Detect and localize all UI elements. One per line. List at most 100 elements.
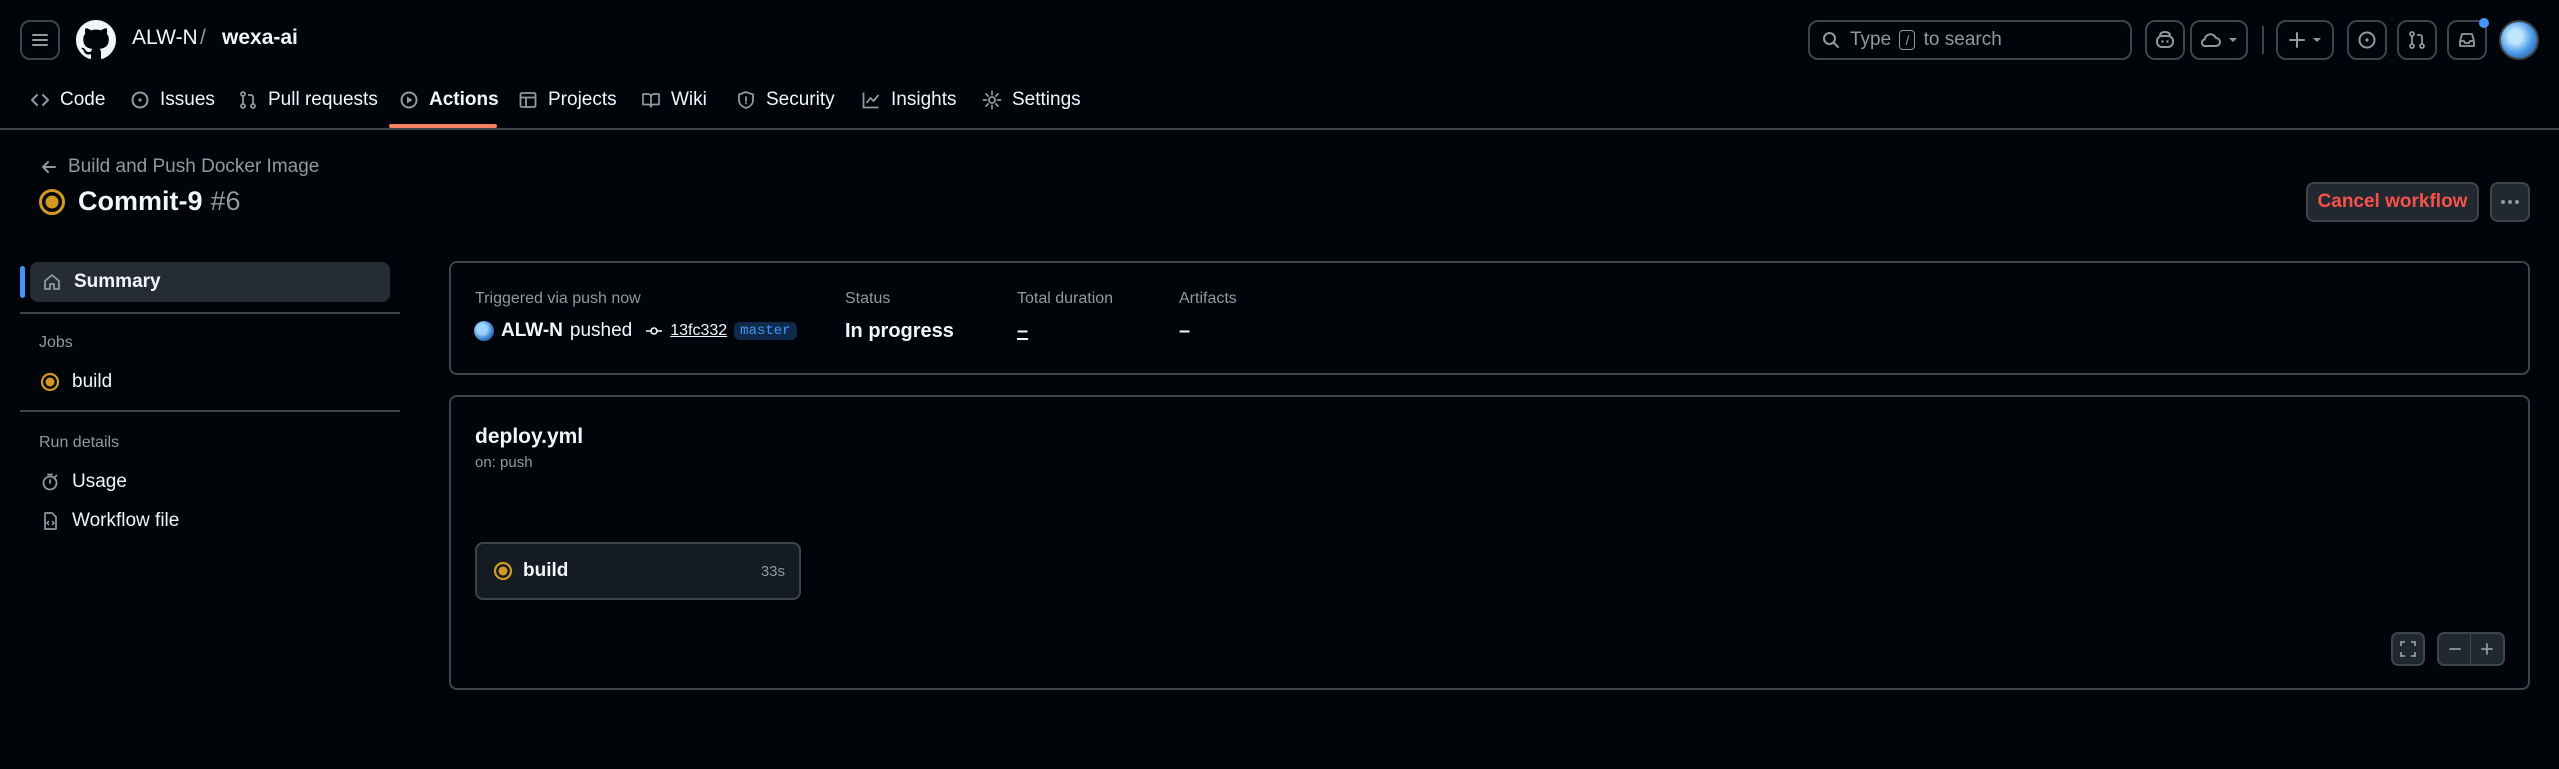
kebab-horizontal-icon	[2501, 200, 2519, 204]
active-tab-indicator	[389, 124, 497, 128]
repo-owner-link[interactable]: ALW-N	[132, 26, 198, 50]
sidebar-item-workflow-file-label: Workflow file	[72, 510, 180, 531]
search-shortcut-key: /	[1899, 30, 1916, 50]
tab-actions[interactable]: Actions	[399, 76, 499, 124]
codespaces-button[interactable]	[2190, 20, 2248, 60]
copilot-icon	[2156, 30, 2174, 48]
table-icon	[519, 92, 537, 108]
job-card-build[interactable]: build 33s	[475, 542, 801, 600]
notification-dot	[2479, 18, 2489, 28]
actor-avatar[interactable]	[474, 321, 494, 341]
status-value: In progress	[845, 320, 954, 342]
tab-code[interactable]: Code	[30, 76, 105, 124]
copilot-button[interactable]	[2145, 20, 2185, 60]
home-icon	[44, 274, 60, 290]
tab-actions-label: Actions	[429, 89, 499, 110]
run-title: Commit-9	[78, 186, 203, 216]
issue-icon	[131, 91, 149, 109]
stopwatch-icon	[42, 473, 58, 491]
more-options-button[interactable]	[2490, 182, 2530, 222]
tab-projects[interactable]: Projects	[518, 76, 617, 124]
in-progress-status-icon	[493, 561, 513, 581]
tab-wiki-label: Wiki	[671, 89, 707, 110]
issue-icon	[2358, 31, 2376, 49]
workflow-trigger: on: push	[475, 454, 533, 471]
menu-button[interactable]	[20, 20, 60, 60]
tab-issues[interactable]: Issues	[130, 76, 215, 124]
sidebar-divider	[20, 312, 400, 314]
jobs-heading: Jobs	[39, 334, 73, 351]
plus-icon	[2481, 643, 2493, 655]
sidebar-item-workflow-file[interactable]: Workflow file	[40, 510, 179, 532]
fullscreen-button[interactable]	[2391, 632, 2425, 666]
workflow-file-name: deploy.yml	[475, 425, 584, 448]
github-logo[interactable]	[76, 20, 116, 60]
triggered-label: Triggered via push now	[475, 290, 641, 307]
issues-button[interactable]	[2347, 20, 2387, 60]
job-duration: 33s	[760, 562, 785, 580]
pull-request-icon	[2409, 31, 2425, 49]
artifacts-value: –	[1179, 320, 1191, 342]
hamburger-icon	[32, 34, 48, 46]
artifacts-label: Artifacts	[1179, 290, 1237, 307]
avatar[interactable]	[2499, 20, 2539, 60]
tab-projects-label: Projects	[548, 89, 617, 110]
branch-badge[interactable]: master	[734, 322, 797, 340]
workflow-back-link[interactable]: Build and Push Docker Image	[40, 156, 319, 178]
workflow-name: Build and Push Docker Image	[68, 156, 320, 177]
job-name: build	[523, 560, 569, 581]
tab-pull-requests-label: Pull requests	[268, 89, 378, 110]
sidebar-item-summary[interactable]: Summary	[30, 262, 390, 302]
in-progress-status-icon	[40, 372, 60, 392]
commit-sha-link[interactable]: 13fc332	[670, 322, 727, 340]
actor-name[interactable]: ALW-N	[501, 320, 563, 342]
git-commit-icon	[646, 327, 663, 335]
search-placeholder-prefix: Type	[1850, 29, 1892, 50]
header-divider	[2262, 26, 2264, 54]
cloud-icon	[2200, 33, 2221, 48]
fullscreen-icon	[2400, 641, 2416, 657]
inbox-icon	[2459, 33, 2475, 47]
pull-request-icon	[240, 91, 256, 109]
cancel-workflow-button[interactable]: Cancel workflow	[2306, 182, 2479, 222]
tab-wiki[interactable]: Wiki	[641, 76, 707, 124]
tab-security[interactable]: Security	[736, 76, 835, 124]
sidebar-item-summary-label: Summary	[74, 271, 161, 292]
tab-pull-requests[interactable]: Pull requests	[238, 76, 378, 124]
zoom-in-button[interactable]	[2471, 634, 2503, 664]
tab-issues-label: Issues	[160, 89, 215, 110]
search-input[interactable]: Type / to search	[1808, 20, 2132, 60]
code-icon	[31, 94, 49, 106]
status-label: Status	[845, 290, 891, 307]
graph-icon	[862, 92, 880, 109]
shield-icon	[738, 91, 754, 109]
book-icon	[642, 93, 660, 108]
total-duration-value[interactable]: –	[1017, 320, 1028, 343]
pull-requests-button[interactable]	[2397, 20, 2437, 60]
run-number: #6	[210, 186, 241, 216]
sidebar-item-build[interactable]: build	[40, 371, 112, 393]
tab-security-label: Security	[766, 89, 835, 110]
repo-name-link[interactable]: wexa-ai	[222, 26, 298, 50]
search-placeholder-suffix: to search	[1923, 29, 2002, 50]
tab-insights[interactable]: Insights	[861, 76, 956, 124]
zoom-out-button[interactable]	[2439, 634, 2472, 664]
sidebar-item-usage-label: Usage	[72, 471, 127, 492]
trigger-details: ALW-N pushed 13fc332 master	[474, 320, 797, 342]
arrow-left-icon	[42, 161, 56, 173]
create-new-button[interactable]	[2276, 20, 2334, 60]
sidebar-item-usage[interactable]: Usage	[40, 471, 127, 493]
search-icon	[1823, 32, 1839, 48]
plus-icon	[2289, 32, 2305, 48]
gear-icon	[982, 90, 1002, 110]
push-action: pushed	[569, 320, 633, 341]
sidebar-active-marker	[20, 266, 25, 298]
total-duration-label: Total duration	[1017, 290, 1114, 307]
sidebar-divider	[20, 410, 400, 412]
play-icon	[400, 91, 418, 109]
chevron-down-icon	[2229, 38, 2237, 42]
tab-settings-label: Settings	[1012, 89, 1081, 110]
tab-insights-label: Insights	[891, 89, 957, 110]
run-summary-panel	[449, 261, 2530, 375]
tab-settings[interactable]: Settings	[982, 76, 1081, 124]
